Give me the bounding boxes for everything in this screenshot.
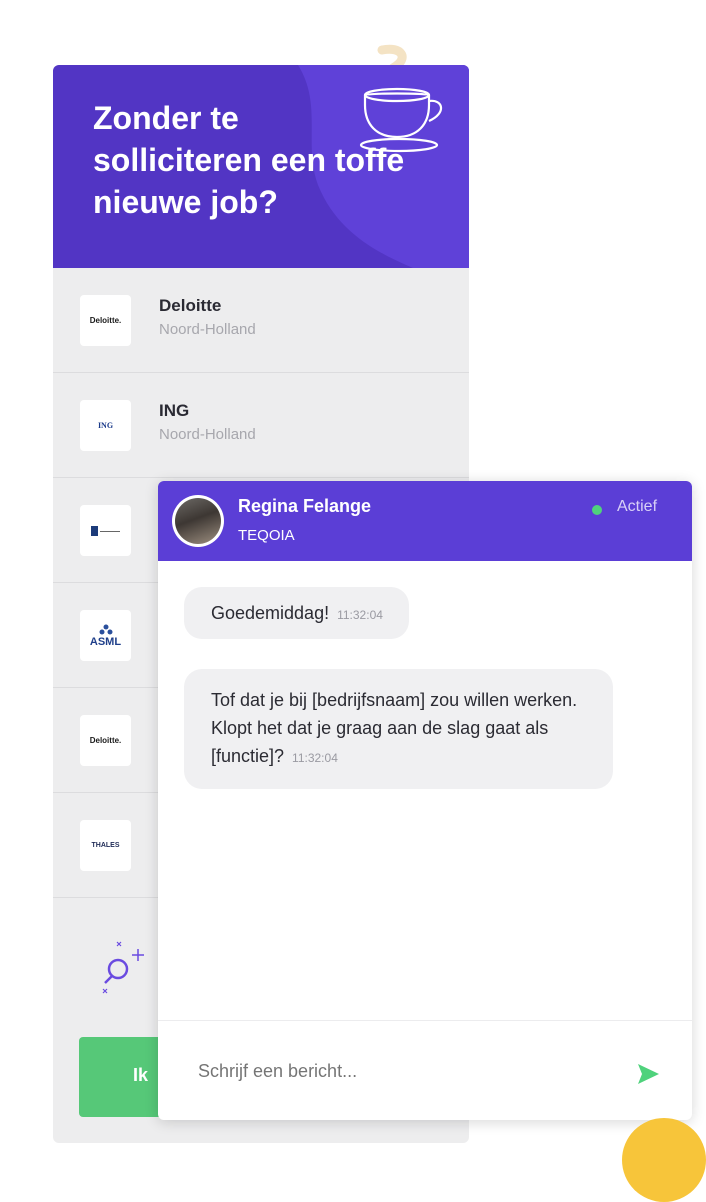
company-item[interactable]: Deloitte. Deloitte Noord-Holland [53,268,469,373]
chat-message: Goedemiddag! 11:32:04 [184,587,409,639]
status-text: Actief [617,498,658,515]
company-item[interactable]: ING ING Noord-Holland [53,373,469,478]
agent-name: Regina Felange [238,496,372,516]
chat-composer [158,1020,692,1120]
search-sparkle-icon [102,941,144,994]
avatar [172,495,224,547]
company-name: Deloitte [159,296,222,315]
company-logo: ING [80,400,131,451]
company-logo-text: ASML [89,635,122,648]
send-icon[interactable] [636,1063,660,1085]
company-logo: Deloitte. [80,715,131,766]
company-logo: ASML [80,610,131,661]
agent-company: TEQOIA [238,527,295,544]
company-logo [80,505,131,556]
company-logo-mark [90,525,120,536]
asml-mark-icon [99,624,112,634]
company-logo: Deloitte. [80,295,131,346]
status-dot-icon [592,505,602,515]
floating-badge[interactable] [622,1118,706,1202]
message-time: 11:32:04 [337,608,383,622]
chat-widget: Regina Felange TEQOIA Actief Goedemiddag… [158,481,692,1120]
message-text: Goedemiddag! [211,603,330,623]
hero-banner: Zonder te solliciteren een toffe nieuwe … [53,65,469,268]
chat-message: Tof dat je bij [bedrijfsnaam] zou willen… [184,669,613,789]
chat-header: Regina Felange TEQOIA Actief [158,481,692,561]
message-input[interactable] [198,1061,608,1082]
company-region: Noord-Holland [159,321,256,338]
cta-label: Ik [133,1065,149,1085]
company-logo: THALES [80,820,131,871]
message-time: 11:32:04 [292,751,338,765]
company-name: ING [159,401,190,420]
coffee-cup-icon [359,87,443,153]
company-region: Noord-Holland [159,426,256,443]
message-text: Tof dat je bij [bedrijfsnaam] zou willen… [211,690,578,766]
